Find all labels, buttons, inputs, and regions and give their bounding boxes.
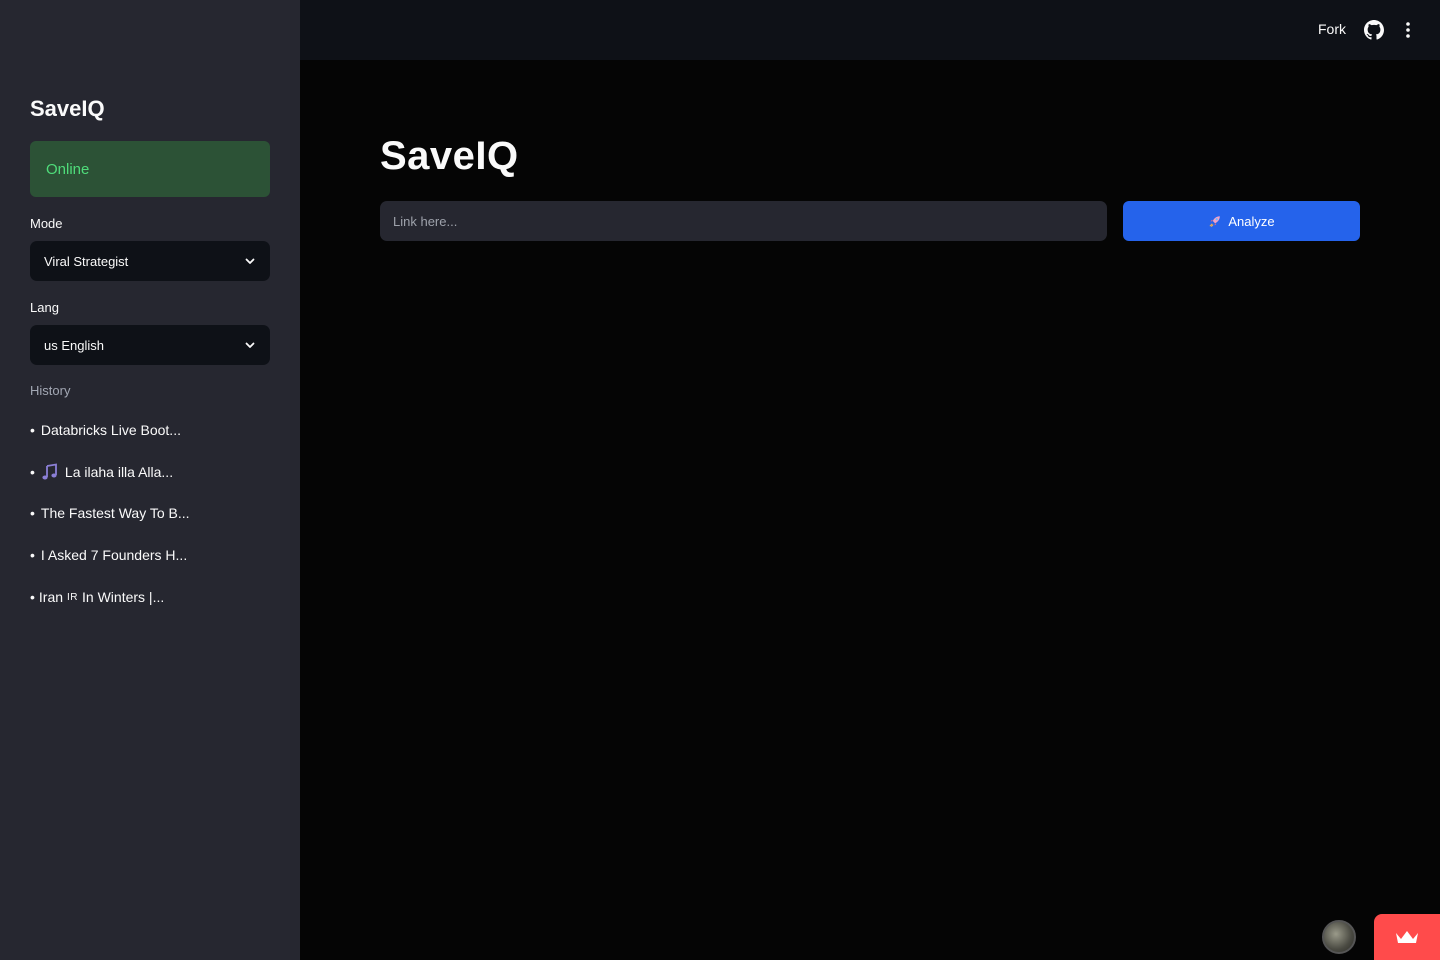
history-item[interactable]: • The Fastest Way To B... xyxy=(30,505,190,521)
bullet: • xyxy=(30,464,35,480)
history-item[interactable]: • Iran IR In Winters |... xyxy=(30,589,164,605)
rocket-icon xyxy=(1210,216,1221,227)
history-item[interactable]: • I Asked 7 Founders H... xyxy=(30,547,187,563)
history-item-label: The Fastest Way To B... xyxy=(40,505,190,521)
flag-code: IR xyxy=(67,591,79,603)
kebab-menu-icon[interactable] xyxy=(1398,20,1418,40)
streamlit-badge-button[interactable] xyxy=(1374,914,1440,960)
github-icon[interactable] xyxy=(1364,20,1384,40)
history-item-label: La ilaha illa Alla... xyxy=(64,464,174,480)
page-title: SaveIQ xyxy=(380,134,519,178)
history-item[interactable]: • La ilaha illa Alla... xyxy=(30,463,173,481)
music-notes-icon xyxy=(42,463,57,480)
sidebar: SaveIQ Online Mode Viral Strategist Lang… xyxy=(0,0,300,960)
mode-label: Mode xyxy=(30,216,63,231)
bullet: • xyxy=(30,589,35,605)
history-item-label-pre: Iran xyxy=(38,589,64,605)
chevron-down-icon xyxy=(245,342,255,348)
chevron-down-icon xyxy=(245,258,255,264)
history-item-label: Databricks Live Boot... xyxy=(40,422,181,438)
history-item-label: I Asked 7 Founders H... xyxy=(40,547,188,563)
status-text: Online xyxy=(46,160,90,178)
mode-select[interactable]: Viral Strategist xyxy=(30,241,270,281)
sidebar-title: SaveIQ xyxy=(30,96,105,121)
bullet: • xyxy=(30,422,35,438)
status-badge: Online xyxy=(30,141,270,197)
crown-icon xyxy=(1396,931,1418,943)
bullet: • xyxy=(30,505,35,521)
url-input[interactable] xyxy=(380,201,1107,241)
history-item-label-post: In Winters |... xyxy=(82,589,165,605)
lang-label: Lang xyxy=(30,300,59,315)
history-label: History xyxy=(30,383,71,398)
history-item[interactable]: • Databricks Live Boot... xyxy=(30,422,181,438)
avatar[interactable] xyxy=(1322,920,1356,954)
fork-link[interactable]: Fork xyxy=(1318,21,1346,37)
top-bar xyxy=(300,0,1440,60)
lang-select-value: us English xyxy=(44,337,104,353)
analyze-button-label: Analyze xyxy=(1228,213,1275,229)
mode-select-value: Viral Strategist xyxy=(44,253,129,269)
bullet: • xyxy=(30,547,35,563)
analyze-button[interactable]: Analyze xyxy=(1123,201,1360,241)
lang-select[interactable]: us English xyxy=(30,325,270,365)
